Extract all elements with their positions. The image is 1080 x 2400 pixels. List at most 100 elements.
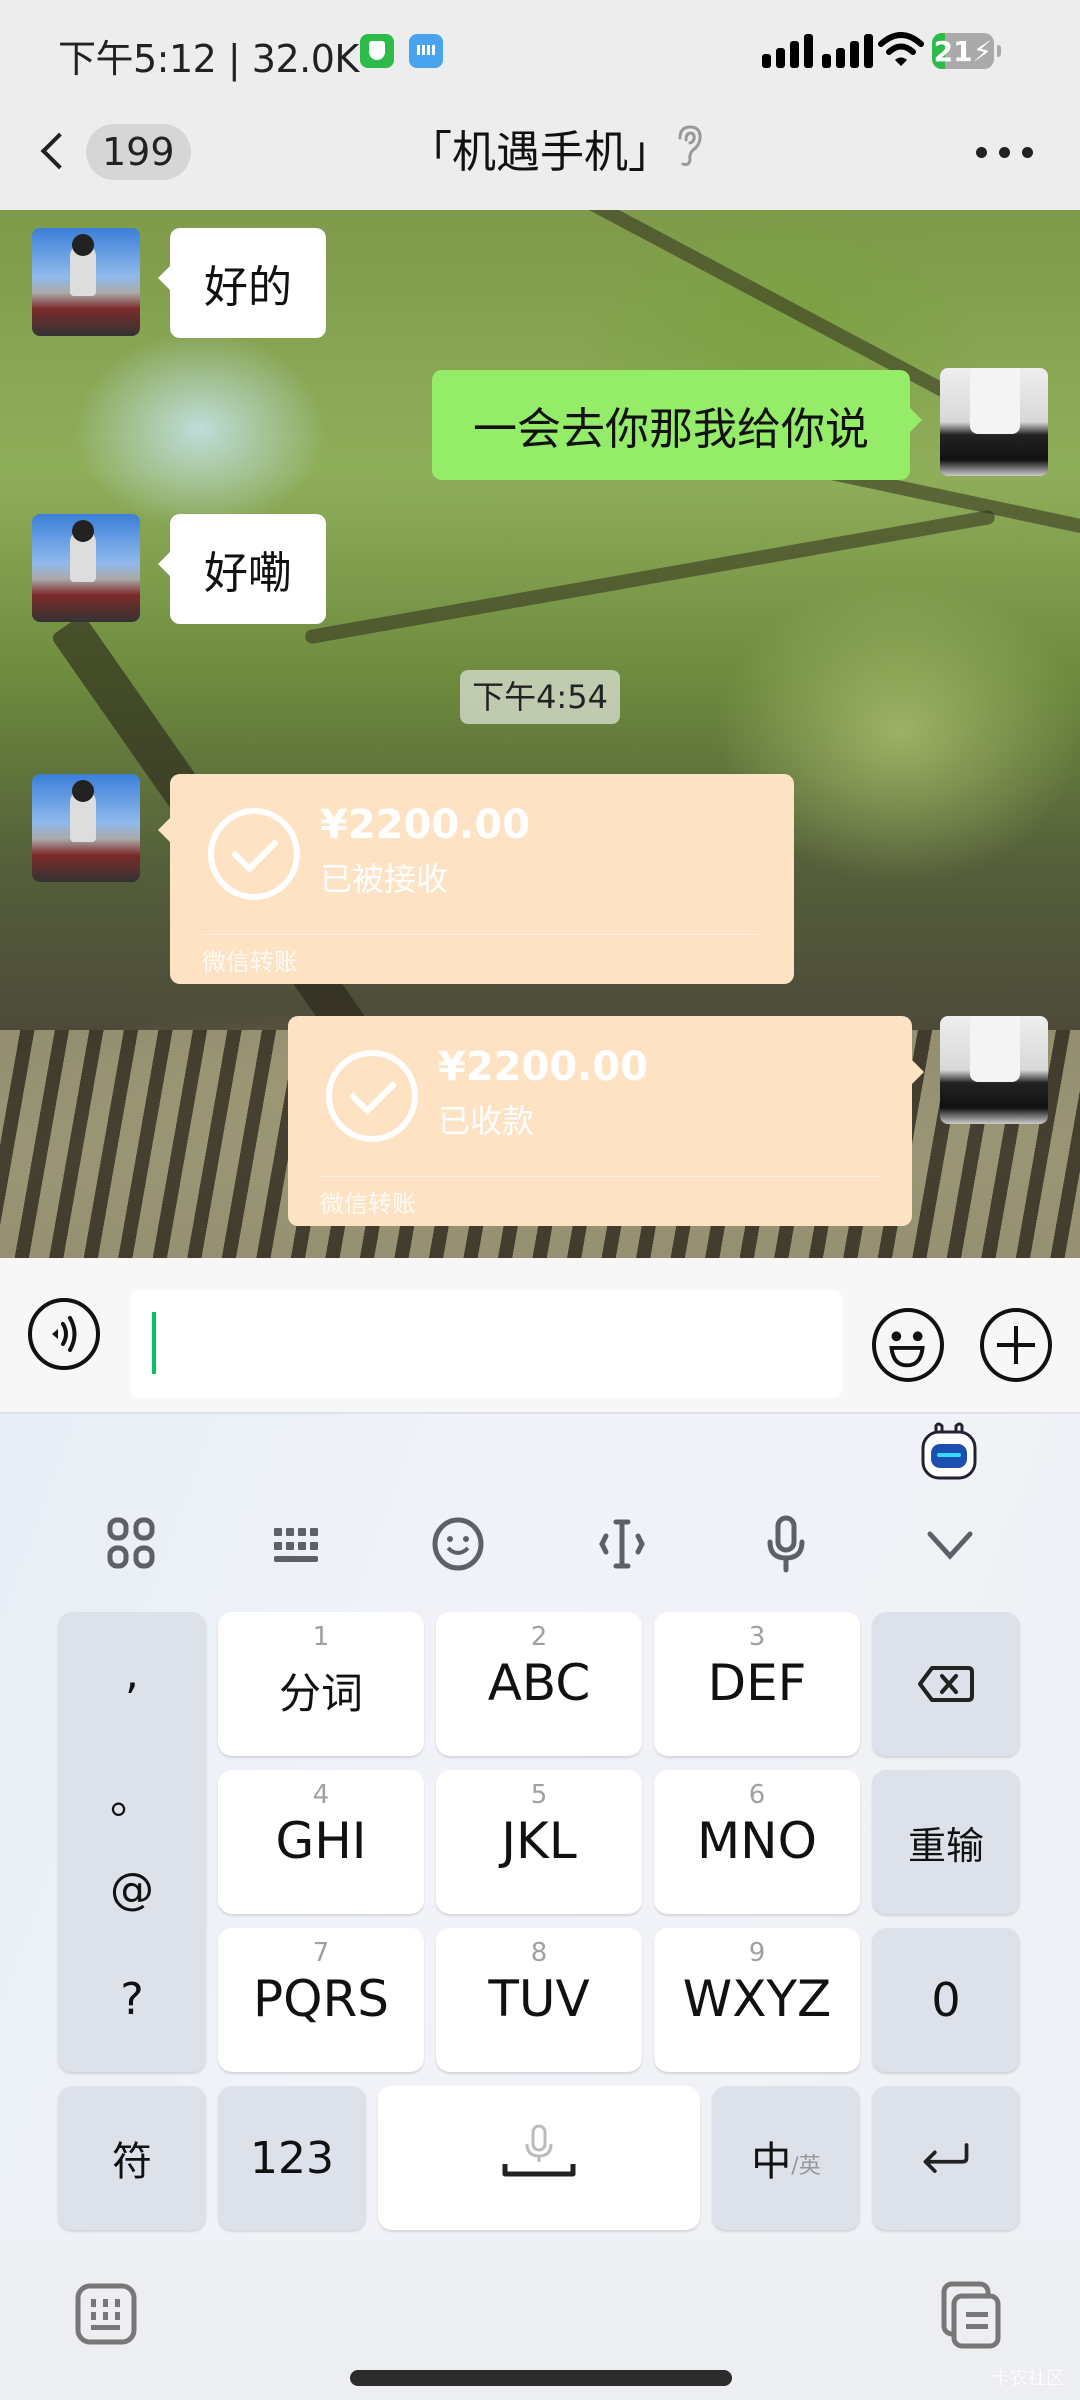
message-text: 好嘞: [204, 548, 292, 599]
chat-header: 「机遇手机」 199: [0, 100, 1080, 210]
avatar-other[interactable]: [32, 514, 140, 622]
keyboard-switch-icon[interactable]: [74, 2282, 138, 2346]
message-bubble[interactable]: 好嘞: [158, 514, 326, 624]
key-number: 8: [530, 1938, 548, 1968]
emoji-icon: [889, 1331, 925, 1368]
key-number: 5: [530, 1780, 548, 1810]
key-1[interactable]: 1 分词: [218, 1612, 424, 1756]
key-label: 符: [112, 2139, 152, 2185]
system-bottom-bar: [0, 2240, 1080, 2400]
watermark: 卡农社区: [992, 2368, 1064, 2389]
key-label: PQRS: [253, 1970, 389, 2028]
key-label: ABC: [487, 1654, 591, 1712]
backspace-key[interactable]: [872, 1612, 1020, 1756]
microphone-icon[interactable]: [756, 1514, 816, 1574]
more-dot: [999, 147, 1010, 158]
keyboard-toolbar: [0, 1494, 1080, 1594]
key-label: 0: [931, 1973, 961, 2027]
key-3[interactable]: 3 DEF: [654, 1612, 860, 1756]
punct-comma[interactable]: ,: [58, 1648, 206, 1699]
key-label: GHI: [275, 1812, 367, 1870]
wifi-icon: [878, 32, 924, 66]
collapse-chevron-icon[interactable]: [920, 1514, 980, 1574]
transfer-amount: ¥2200.00: [320, 802, 531, 848]
cursor-move-icon[interactable]: [592, 1514, 652, 1574]
ear-icon: [678, 125, 702, 166]
check-circle-icon: [326, 1050, 418, 1142]
key-number: 1: [312, 1622, 330, 1652]
backspace-icon: [918, 1666, 974, 1702]
avatar-self[interactable]: [940, 368, 1048, 476]
emoji-button[interactable]: [872, 1308, 944, 1382]
message-bubble[interactable]: 好的: [158, 228, 326, 338]
lang-primary: 中: [751, 2139, 792, 2185]
status-time: 下午5:12 | 32.0K: [58, 37, 359, 81]
reinput-key[interactable]: 重输: [872, 1770, 1020, 1914]
emoji-icon[interactable]: [428, 1514, 488, 1574]
key-2[interactable]: 2 ABC: [436, 1612, 642, 1756]
numeric-key[interactable]: 123: [218, 2086, 366, 2230]
key-5[interactable]: 5 JKL: [436, 1770, 642, 1914]
voice-button[interactable]: [28, 1298, 100, 1370]
language-toggle-key[interactable]: 中 /英: [712, 2086, 860, 2230]
transfer-status: 已被接收: [320, 860, 449, 898]
avatar-other[interactable]: [32, 228, 140, 336]
divider: [202, 934, 762, 935]
clipboard-icon[interactable]: [940, 2280, 1004, 2350]
keyboard-icon: [409, 34, 443, 68]
enter-key[interactable]: [872, 2086, 1020, 2230]
key-number: 3: [748, 1622, 766, 1652]
message-input[interactable]: [130, 1290, 842, 1398]
plus-button[interactable]: [980, 1308, 1052, 1382]
voice-icon: [52, 1316, 77, 1352]
transfer-amount: ¥2200.00: [438, 1044, 649, 1090]
message-bubble[interactable]: 一会去你那我给你说: [432, 370, 922, 480]
chat-message-list[interactable]: 好的 一会去你那我给你说 好嘞 下午4:54 ¥2200.00 已被接收 微信转…: [0, 210, 1080, 1258]
key-7[interactable]: 7 PQRS: [218, 1928, 424, 2072]
punct-period[interactable]: 。: [58, 1762, 206, 1826]
symbol-key[interactable]: 符: [58, 2086, 206, 2230]
key-9[interactable]: 9 WXYZ: [654, 1928, 860, 2072]
avatar-other[interactable]: [32, 774, 140, 882]
transfer-card[interactable]: ¥2200.00 已收款 微信转账: [288, 1016, 924, 1226]
key-number: 6: [748, 1780, 766, 1810]
more-dot: [1022, 147, 1033, 158]
apps-grid-icon[interactable]: [102, 1514, 162, 1574]
key-0[interactable]: 0: [872, 1928, 1020, 2072]
transfer-status: 已收款: [438, 1102, 535, 1140]
more-button[interactable]: [970, 128, 1040, 178]
divider: [320, 1176, 880, 1177]
key-number: 2: [530, 1622, 548, 1652]
more-horizontal-icon: [976, 147, 987, 158]
key-8[interactable]: 8 TUV: [436, 1928, 642, 2072]
unread-count-badge: 199: [86, 124, 191, 180]
punct-at[interactable]: @: [58, 1864, 206, 1915]
battery-charging-icon: 21⚡: [932, 33, 994, 69]
key-label: TUV: [488, 1970, 590, 2028]
key-label: WXYZ: [682, 1970, 832, 2028]
background-decoration: [304, 509, 996, 645]
shield-icon: [360, 34, 394, 68]
punct-question[interactable]: ?: [58, 1974, 206, 2025]
key-label: 分词: [278, 1669, 363, 1718]
key-number: 9: [748, 1938, 766, 1968]
message-text: 好的: [204, 262, 292, 313]
key-label: DEF: [707, 1654, 807, 1712]
space-key[interactable]: [378, 2086, 700, 2230]
battery-nub: [997, 45, 1001, 57]
check-circle-icon: [208, 808, 300, 900]
key-4[interactable]: 4 GHI: [218, 1770, 424, 1914]
keyboard-layout-icon[interactable]: [266, 1514, 326, 1574]
robot-assistant-icon[interactable]: [920, 1422, 978, 1480]
home-indicator[interactable]: [350, 2370, 732, 2386]
key-label: JKL: [501, 1812, 577, 1870]
lang-secondary: /英: [791, 2154, 821, 2179]
message-timestamp: 下午4:54: [460, 670, 620, 724]
key-6[interactable]: 6 MNO: [654, 1770, 860, 1914]
transfer-card[interactable]: ¥2200.00 已被接收 微信转账: [158, 774, 794, 984]
return-icon: [923, 2143, 969, 2173]
space-microphone-icon: [502, 2124, 576, 2177]
avatar-self[interactable]: [940, 1016, 1048, 1124]
punctuation-column[interactable]: , 。 @ ?: [58, 1612, 206, 2072]
back-button[interactable]: 199: [36, 120, 191, 186]
